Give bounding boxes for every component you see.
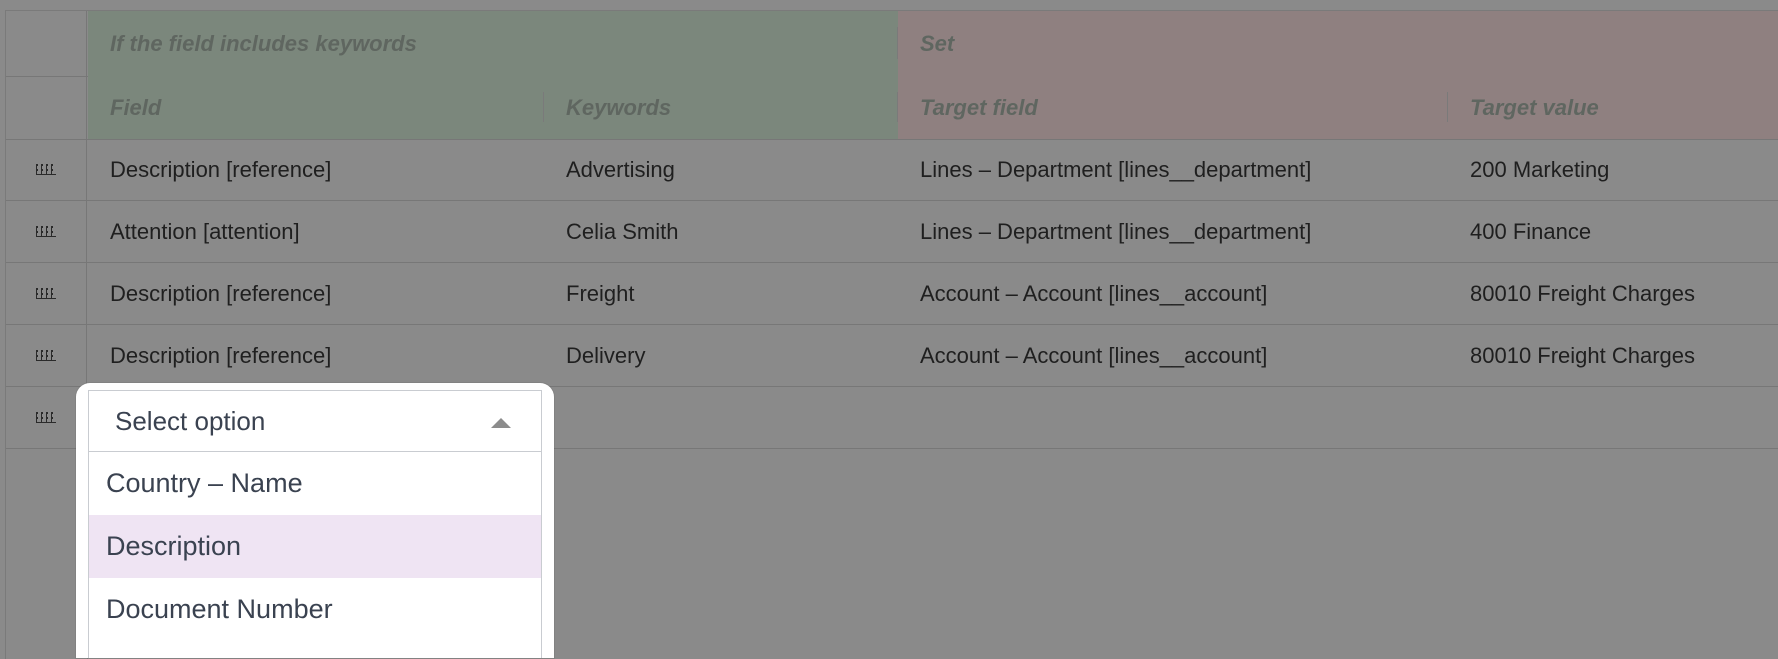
column-header-target-value[interactable]: Target value <box>1448 76 1778 139</box>
column-header-keywords[interactable]: Keywords <box>544 76 898 139</box>
cell-target-value[interactable]: 400 Finance <box>1448 201 1778 262</box>
handle-header-cell <box>6 76 87 139</box>
cell-target-field[interactable]: Lines – Department [lines__department] <box>898 139 1448 200</box>
cell-target-value[interactable]: 80010 Freight Charges <box>1448 263 1778 324</box>
dropdown-option[interactable]: Country – Name <box>89 452 541 515</box>
group-divider <box>897 27 898 59</box>
row-drag-handle[interactable] <box>6 139 87 200</box>
cell-target-field[interactable]: Account – Account [lines__account] <box>898 325 1448 386</box>
cell-field[interactable]: Description [reference] <box>88 139 544 200</box>
table-row[interactable]: Description [reference] Delivery Account… <box>6 325 1778 387</box>
drag-handle-icon <box>36 411 56 423</box>
drag-handle-icon <box>36 163 56 175</box>
drag-handle-icon <box>36 287 56 299</box>
cell-keywords[interactable]: Freight <box>544 263 898 324</box>
action-group-header: Set <box>898 11 1778 76</box>
row-drag-handle[interactable] <box>6 325 87 386</box>
column-divider <box>897 92 898 122</box>
drag-handle-icon <box>36 349 56 361</box>
cell-keywords[interactable]: Delivery <box>544 325 898 386</box>
cell-target-field[interactable]: Lines – Department [lines__department] <box>898 201 1448 262</box>
table-row[interactable]: Attention [attention] Celia Smith Lines … <box>6 201 1778 263</box>
group-header-row: If the field includes keywords Set <box>6 11 1778 77</box>
column-header-target-field[interactable]: Target field <box>898 76 1448 139</box>
column-header-target-field-label: Target field <box>920 94 1038 120</box>
condition-group-title: If the field includes keywords <box>110 30 417 56</box>
cell-target-field[interactable]: Account – Account [lines__account] <box>898 263 1448 324</box>
cell-field[interactable]: Description [reference] <box>88 325 544 386</box>
action-group-title: Set <box>920 30 955 56</box>
column-divider <box>1447 92 1448 122</box>
column-header-keywords-label: Keywords <box>566 94 672 120</box>
field-select-input[interactable]: Select option <box>88 390 542 452</box>
condition-group-header: If the field includes keywords <box>88 11 898 76</box>
dropdown-options-list[interactable]: Country – Name Description Document Numb… <box>88 452 542 658</box>
drag-handle-icon <box>36 225 56 237</box>
column-divider <box>543 92 544 122</box>
cell-keywords[interactable]: Celia Smith <box>544 201 898 262</box>
table-row[interactable]: Description [reference] Advertising Line… <box>6 139 1778 201</box>
cell-field[interactable]: Description [reference] <box>88 263 544 324</box>
table-row[interactable]: Description [reference] Freight Account … <box>6 263 1778 325</box>
column-header-row: Field Keywords Target field Target value <box>6 76 1778 140</box>
select-placeholder: Select option <box>115 405 266 436</box>
row-drag-handle[interactable] <box>6 201 87 262</box>
cell-target-value[interactable]: 80010 Freight Charges <box>1448 325 1778 386</box>
handle-header-cell <box>6 11 87 76</box>
column-header-field-label: Field <box>110 94 162 120</box>
cell-keywords[interactable]: Advertising <box>544 139 898 200</box>
column-header-field[interactable]: Field <box>88 76 544 139</box>
cell-field[interactable]: Attention [attention] <box>88 201 544 262</box>
row-drag-handle[interactable] <box>6 387 87 448</box>
row-drag-handle[interactable] <box>6 263 87 324</box>
field-dropdown[interactable]: Select option Country – Name Description… <box>76 383 554 658</box>
dropdown-option[interactable]: Document Number <box>89 578 541 641</box>
dropdown-option-highlighted[interactable]: Description <box>89 515 541 578</box>
cell-target-value[interactable]: 200 Marketing <box>1448 139 1778 200</box>
caret-up-icon[interactable] <box>491 418 511 428</box>
column-header-target-value-label: Target value <box>1470 94 1599 120</box>
